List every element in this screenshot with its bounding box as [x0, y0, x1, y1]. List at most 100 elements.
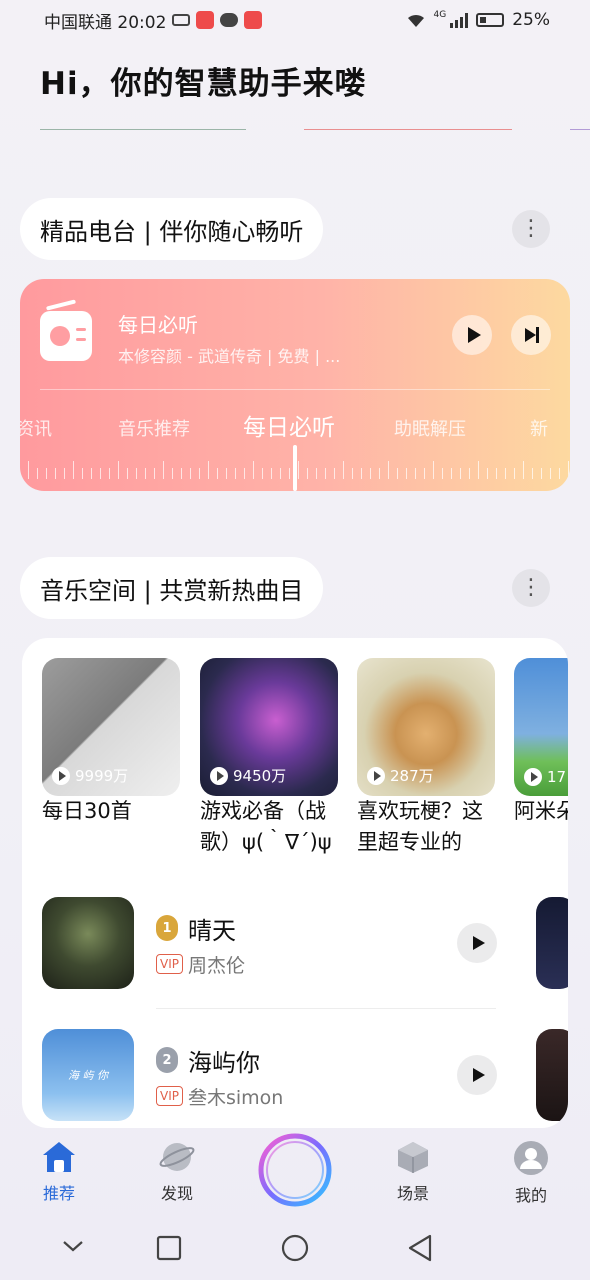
- chevron-down-icon[interactable]: [61, 1238, 85, 1254]
- song-row[interactable]: 1 晴天 VIP 周杰伦: [42, 897, 502, 989]
- radio-now-subtitle: 本修容颜 - 武道传奇 | 免费 | ...: [118, 347, 341, 366]
- dial-tick: [379, 468, 380, 479]
- dial-tick: [406, 468, 407, 479]
- radio-tab-new[interactable]: 新: [530, 415, 548, 441]
- album-title[interactable]: 每日30首: [42, 796, 184, 858]
- dial-tick: [109, 468, 110, 479]
- play-icon: [473, 936, 485, 950]
- song-artist: 叁木simon: [188, 1087, 284, 1109]
- dial-tick: [433, 461, 434, 479]
- nav-tab-discover[interactable]: 发现: [137, 1140, 217, 1204]
- dial-tick: [154, 468, 155, 479]
- dial-tick: [550, 468, 551, 479]
- dial-tick: [415, 468, 416, 479]
- dial-tick: [307, 468, 308, 479]
- dial-tick: [163, 461, 164, 479]
- song-play-button[interactable]: [457, 1055, 497, 1095]
- dial-tick: [478, 461, 479, 479]
- signal-icon: [450, 12, 469, 28]
- dial-tick: [28, 461, 29, 479]
- dial-tick: [64, 468, 65, 479]
- rank-medal-icon: 2: [156, 1047, 178, 1073]
- music-section-title: 音乐空间 | 共赏新热曲目: [20, 557, 324, 619]
- home-circle-icon[interactable]: [281, 1234, 309, 1262]
- network-type: 4G: [433, 10, 447, 20]
- song-row[interactable]: 海 屿 你 2 海屿你 VIP 叁木simon: [42, 1029, 502, 1121]
- dial-tick: [568, 461, 569, 479]
- dial-tick: [514, 468, 515, 479]
- dial-tick: [172, 468, 173, 479]
- play-count-icon: [52, 766, 70, 785]
- dial-tick: [100, 468, 101, 479]
- more-icon: ⋮: [520, 575, 542, 600]
- nav-label: 我的: [514, 1186, 547, 1205]
- song-cover[interactable]: [42, 897, 134, 989]
- album-title[interactable]: 喜欢玩梗？这里超专业的: [357, 796, 499, 858]
- dial-tick: [541, 468, 542, 479]
- album-cover[interactable]: 287万: [357, 658, 495, 796]
- wechat-icon: [220, 13, 239, 27]
- radio-now-title: 每日必听: [118, 313, 198, 337]
- recents-square-icon[interactable]: [156, 1235, 182, 1261]
- dial-tick: [136, 468, 137, 479]
- nav-tab-recommend[interactable]: 推荐: [19, 1140, 99, 1204]
- radio-tab-news[interactable]: 资讯: [20, 415, 52, 441]
- dial-tick: [334, 468, 335, 479]
- song-play-button[interactable]: [457, 923, 497, 963]
- song-title[interactable]: 晴天: [188, 911, 236, 946]
- battery-level: 25%: [512, 10, 550, 30]
- play-icon: [473, 1068, 485, 1082]
- radio-more-button[interactable]: ⋮: [512, 210, 550, 248]
- dial-tick: [127, 468, 128, 479]
- song-cover[interactable]: [536, 1029, 568, 1121]
- back-triangle-icon[interactable]: [406, 1233, 434, 1263]
- song-cover[interactable]: [536, 897, 568, 989]
- dial-tick: [397, 468, 398, 479]
- nav-tab-profile[interactable]: 我的: [491, 1140, 571, 1206]
- play-count: 9999万: [52, 765, 128, 786]
- divider: [156, 1008, 496, 1009]
- radio-tab-sleep[interactable]: 助眠解压: [394, 415, 466, 441]
- battery-icon: [476, 13, 505, 27]
- play-icon: [467, 327, 481, 343]
- dial-tick: [208, 461, 209, 479]
- dial-tick: [190, 468, 191, 479]
- nav-tab-scene[interactable]: 场景: [373, 1140, 453, 1204]
- dial-tick: [262, 468, 263, 479]
- song-title[interactable]: 海屿你: [188, 1043, 260, 1078]
- music-more-button[interactable]: ⋮: [512, 569, 550, 607]
- radio-tab-music[interactable]: 音乐推荐: [118, 415, 190, 441]
- dial-tick: [325, 468, 326, 479]
- dial-tick: [145, 468, 146, 479]
- music-card: 9999万 每日30首 9450万 游戏必备（战歌）ψ(｀∇´)ψ 287万 喜…: [22, 638, 568, 1128]
- dial-tick: [505, 468, 506, 479]
- album-cover[interactable]: 9999万: [42, 658, 180, 796]
- album-title[interactable]: 阿米朵喵: [514, 796, 568, 858]
- system-navigation-bar: [0, 1220, 590, 1280]
- dial-tick: [271, 468, 272, 479]
- dial-tick: [217, 468, 218, 479]
- camera-icon: [172, 14, 191, 26]
- play-count: 287万: [367, 765, 434, 786]
- radio-dial-needle[interactable]: [293, 445, 297, 491]
- song-cover[interactable]: 海 屿 你: [42, 1029, 134, 1121]
- dial-tick: [82, 468, 83, 479]
- status-bar: 中国联通 20:02 4G 25%: [0, 0, 590, 40]
- dial-tick: [73, 461, 74, 479]
- dial-tick: [298, 461, 299, 479]
- dial-tick: [118, 461, 119, 479]
- assistant-orb-icon: [258, 1133, 332, 1207]
- album-title[interactable]: 游戏必备（战歌）ψ(｀∇´)ψ: [200, 796, 342, 858]
- dial-tick: [244, 468, 245, 479]
- wifi-icon: [407, 14, 424, 27]
- radio-tab-daily[interactable]: 每日必听: [243, 408, 335, 442]
- radio-play-button[interactable]: [452, 315, 492, 355]
- radio-next-button[interactable]: [511, 315, 551, 355]
- nav-assistant[interactable]: [255, 1130, 335, 1210]
- dial-tick: [469, 468, 470, 479]
- dial-tick: [235, 468, 236, 479]
- cover-text: 海 屿 你: [68, 1069, 108, 1082]
- album-cover[interactable]: 17: [514, 658, 568, 796]
- album-cover[interactable]: 9450万: [200, 658, 338, 796]
- radio-card[interactable]: 每日必听 本修容颜 - 武道传奇 | 免费 | ... 资讯 音乐推荐 每日必听…: [20, 279, 570, 491]
